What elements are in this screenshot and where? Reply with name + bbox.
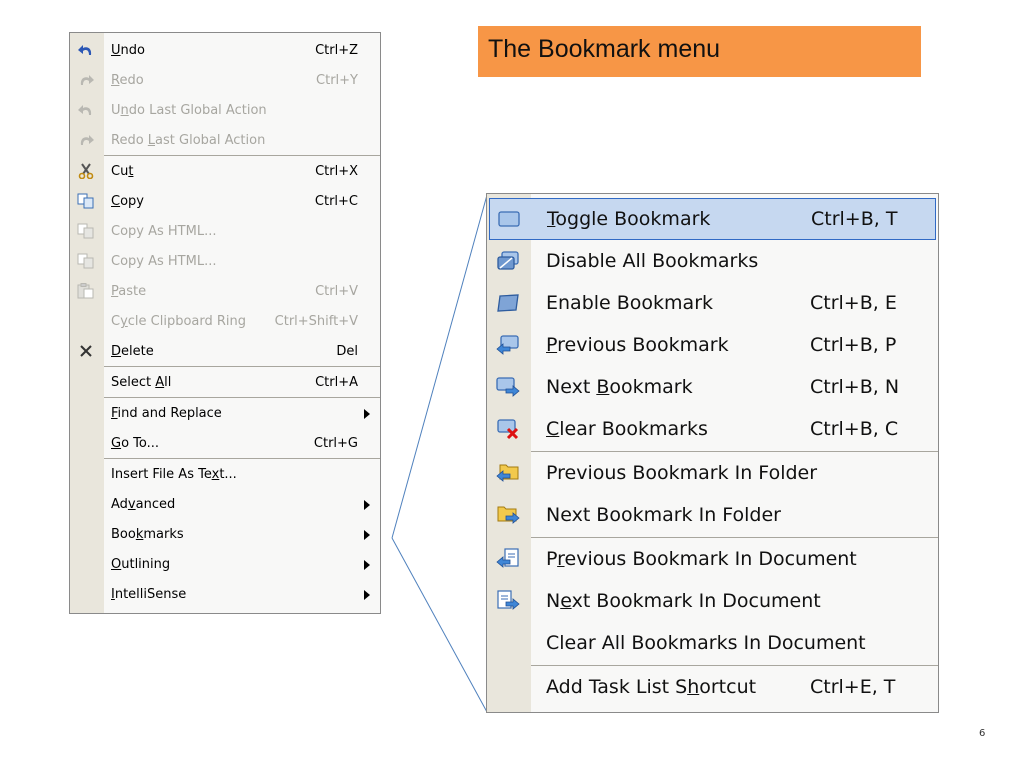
- bookmark-menu-item-clear-all-bookmarks-in-document[interactable]: Clear All Bookmarks In Document: [487, 622, 938, 664]
- bookmark-menu-item-next-bookmark-in-document[interactable]: Next Bookmark In Document: [487, 580, 938, 622]
- enable-bookmark-icon: [495, 291, 521, 315]
- bookmark-menu-item-label: Enable Bookmark: [546, 292, 714, 314]
- bookmark-menu-item-label: Previous Bookmark In Document: [546, 548, 857, 570]
- previous-document-bookmark-icon: [495, 547, 521, 571]
- bookmark-menu-item-label: Disable All Bookmarks: [546, 250, 759, 272]
- page-number: 6: [979, 728, 986, 739]
- bookmark-menu-item-next-bookmark-in-folder[interactable]: Next Bookmark In Folder: [487, 494, 938, 536]
- bookmark-menu-item-shortcut: Ctrl+B, T: [811, 208, 898, 230]
- bookmark-menu-item-next-bookmark[interactable]: Next Bookmark Ctrl+B, N: [487, 366, 938, 408]
- bookmark-menu-item-toggle-bookmark[interactable]: Toggle Bookmark Ctrl+B, T: [489, 198, 936, 240]
- bookmark-submenu: Toggle Bookmark Ctrl+B, T Disable All Book…: [486, 193, 939, 713]
- disable-bookmarks-icon: [495, 249, 521, 273]
- bookmark-menu-item-shortcut: Ctrl+B, N: [810, 376, 900, 398]
- bookmark-menu-item-previous-bookmark-in-folder[interactable]: Previous Bookmark In Folder: [487, 452, 938, 494]
- clear-bookmarks-icon: [495, 417, 521, 441]
- bookmark-menu-item-shortcut: Ctrl+B, E: [810, 292, 897, 314]
- connector-line-top: [391, 194, 488, 539]
- bookmark-menu-item-previous-bookmark-in-document[interactable]: Previous Bookmark In Document: [487, 538, 938, 580]
- bookmark-menu-item-label: Clear Bookmarks: [546, 418, 708, 440]
- bookmark-menu-item-shortcut: Ctrl+B, C: [810, 418, 899, 440]
- bookmark-menu-item-label: Next Bookmark In Document: [546, 590, 821, 612]
- bookmark-menu-item-label: Clear All Bookmarks In Document: [546, 632, 866, 654]
- bookmark-menu-item-label: Next Bookmark: [546, 376, 693, 398]
- bookmark-menu-item-enable-bookmark[interactable]: Enable Bookmark Ctrl+B, E: [487, 282, 938, 324]
- bookmark-menu-item-label: Previous Bookmark: [546, 334, 729, 356]
- bookmark-menu-item-label: Add Task List Shortcut: [546, 676, 757, 698]
- connector-line-bottom: [391, 537, 488, 713]
- previous-folder-bookmark-icon: [495, 461, 521, 485]
- bookmark-menu-item-previous-bookmark[interactable]: Previous Bookmark Ctrl+B, P: [487, 324, 938, 366]
- next-document-bookmark-icon: [495, 589, 521, 613]
- toggle-bookmark-icon: [496, 207, 522, 231]
- next-bookmark-icon: [495, 375, 521, 399]
- bookmark-menu-item-disable-all-bookmarks[interactable]: Disable All Bookmarks: [487, 240, 938, 282]
- bookmark-menu-item-shortcut: Ctrl+B, P: [810, 334, 897, 356]
- next-folder-bookmark-icon: [495, 503, 521, 527]
- bookmark-menu-item-add-task-list-shortcut[interactable]: Add Task List Shortcut Ctrl+E, T: [487, 666, 938, 708]
- bookmark-menu-item-label: Previous Bookmark In Folder: [546, 462, 818, 484]
- bookmark-menu-item-shortcut: Ctrl+E, T: [810, 676, 896, 698]
- bookmark-menu-item-label: Toggle Bookmark: [547, 208, 711, 230]
- bookmark-menu-item-clear-bookmarks[interactable]: Clear Bookmarks Ctrl+B, C: [487, 408, 938, 450]
- previous-bookmark-icon: [495, 333, 521, 357]
- bookmark-menu-item-label: Next Bookmark In Folder: [546, 504, 781, 526]
